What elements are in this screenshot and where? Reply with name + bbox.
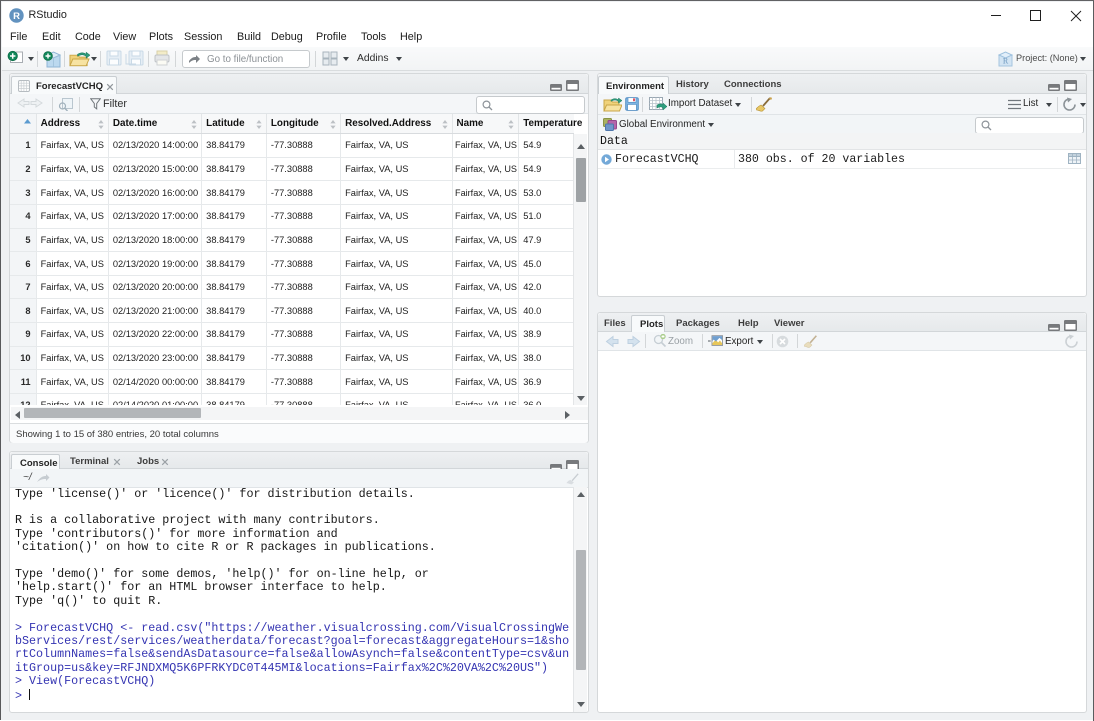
svg-text:R: R [1003,57,1009,66]
svg-text:R: R [13,11,20,22]
